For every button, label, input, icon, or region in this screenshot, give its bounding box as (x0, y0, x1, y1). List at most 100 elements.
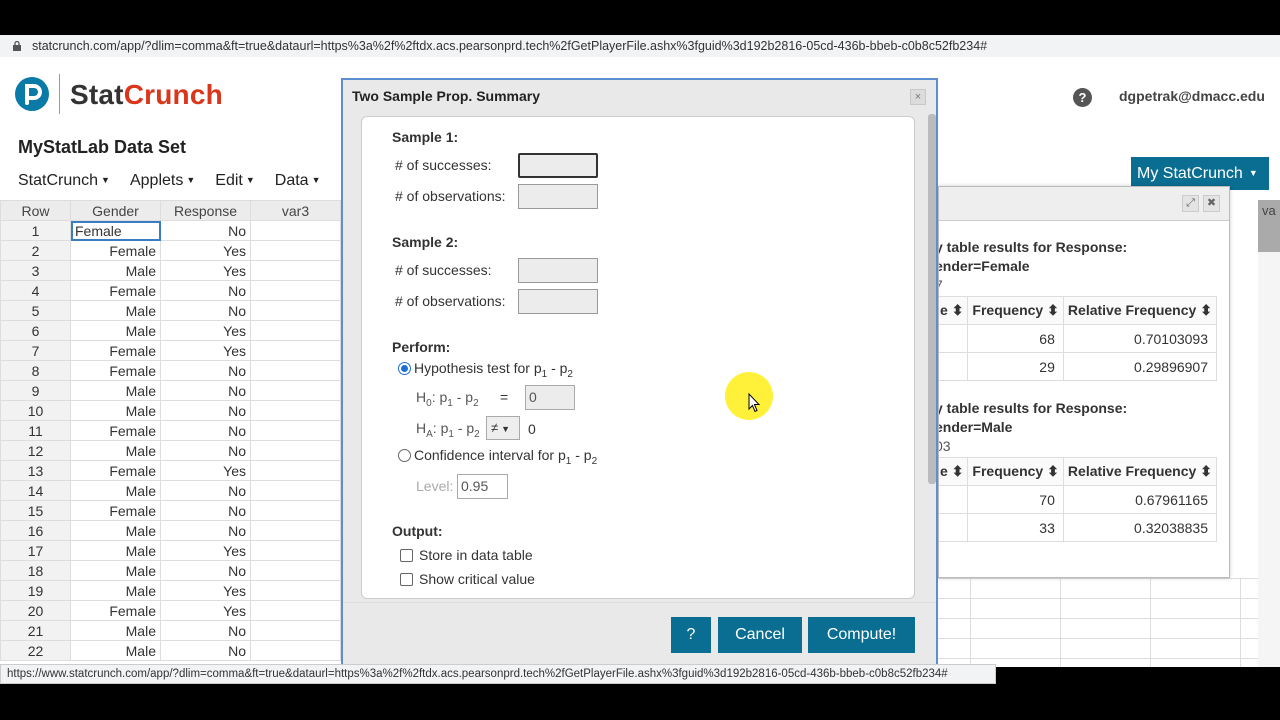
var3-cell[interactable] (250, 560, 341, 581)
level-input[interactable]: 0.95 (457, 474, 508, 499)
response-cell[interactable]: Yes (160, 580, 251, 601)
table-header-frequency[interactable]: Frequency ⬍ (967, 296, 1064, 325)
cancel-button[interactable]: Cancel (718, 617, 802, 653)
row-number-cell[interactable]: 14 (0, 480, 71, 501)
h0-value-input[interactable]: 0 (525, 385, 575, 410)
var3-cell[interactable] (250, 400, 341, 421)
gender-cell[interactable]: Male (70, 580, 161, 601)
response-cell[interactable]: No (160, 220, 251, 241)
var3-cell[interactable] (250, 360, 341, 381)
gender-cell[interactable]: Female (70, 600, 161, 621)
response-cell[interactable]: No (160, 620, 251, 641)
show-critical-checkbox[interactable] (400, 573, 413, 586)
menu-data[interactable]: Data ▼ (275, 172, 321, 190)
var3-cell[interactable] (250, 520, 341, 541)
row-number-cell[interactable]: 6 (0, 320, 71, 341)
row-number-cell[interactable]: 21 (0, 620, 71, 641)
row-number-cell[interactable]: 9 (0, 380, 71, 401)
response-cell[interactable]: Yes (160, 240, 251, 261)
row-number-cell[interactable]: 13 (0, 460, 71, 481)
table-header-partial[interactable]: e ⬍ (939, 296, 969, 325)
response-cell[interactable]: No (160, 420, 251, 441)
sample2-successes-input[interactable] (518, 258, 598, 283)
grid-right-scroll[interactable]: va (1258, 200, 1280, 667)
var3-cell[interactable] (250, 300, 341, 321)
help-button[interactable]: ? (671, 617, 711, 653)
row-number-cell[interactable]: 8 (0, 360, 71, 381)
var3-cell[interactable] (250, 280, 341, 301)
response-cell[interactable]: No (160, 300, 251, 321)
response-cell[interactable]: No (160, 380, 251, 401)
row-number-cell[interactable]: 1 (0, 220, 71, 241)
row-number-cell[interactable]: 18 (0, 560, 71, 581)
sample2-observations-input[interactable] (518, 289, 598, 314)
compute-button[interactable]: Compute! (808, 617, 915, 653)
var3-cell[interactable] (250, 640, 341, 661)
var3-cell[interactable] (250, 240, 341, 261)
row-number-cell[interactable]: 19 (0, 580, 71, 601)
response-cell[interactable]: No (160, 640, 251, 661)
table-header-frequency[interactable]: Frequency ⬍ (967, 457, 1064, 486)
var3-cell[interactable] (250, 480, 341, 501)
dialog-scrollbar[interactable] (928, 114, 936, 484)
gender-cell[interactable]: Male (70, 400, 161, 421)
response-cell[interactable]: No (160, 560, 251, 581)
response-cell[interactable]: No (160, 520, 251, 541)
response-cell[interactable]: No (160, 440, 251, 461)
gender-cell[interactable]: Female (70, 500, 161, 521)
response-cell[interactable]: Yes (160, 260, 251, 281)
gender-cell[interactable]: Male (70, 560, 161, 581)
var3-cell[interactable] (250, 380, 341, 401)
gender-cell[interactable]: Male (70, 260, 161, 281)
row-number-cell[interactable]: 2 (0, 240, 71, 261)
gender-cell[interactable]: Male (70, 380, 161, 401)
dialog-close-icon[interactable]: × (910, 89, 926, 105)
response-cell[interactable]: No (160, 500, 251, 521)
var3-cell[interactable] (250, 220, 341, 241)
row-number-cell[interactable]: 3 (0, 260, 71, 281)
gender-cell[interactable]: Female (70, 280, 161, 301)
confidence-interval-radio[interactable] (398, 449, 411, 462)
var3-cell[interactable] (250, 540, 341, 561)
row-number-cell[interactable]: 4 (0, 280, 71, 301)
address-bar[interactable]: statcrunch.com/app/?dlim=comma&ft=true&d… (0, 35, 1280, 57)
column-header-gender[interactable]: Gender (70, 200, 161, 221)
expand-icon[interactable]: ⤢ (1182, 195, 1199, 212)
row-number-cell[interactable]: 17 (0, 540, 71, 561)
response-cell[interactable]: Yes (160, 540, 251, 561)
row-number-cell[interactable]: 10 (0, 400, 71, 421)
var3-cell[interactable] (250, 500, 341, 521)
dialog-title[interactable]: Two Sample Prop. Summary (343, 80, 936, 112)
store-in-table-checkbox[interactable] (400, 549, 413, 562)
close-icon[interactable]: ✖ (1203, 195, 1220, 212)
gender-cell[interactable]: Female (70, 460, 161, 481)
column-header-response[interactable]: Response (160, 200, 251, 221)
gender-cell[interactable]: Female (70, 420, 161, 441)
table-header-partial[interactable]: e ⬍ (939, 457, 969, 486)
gender-cell[interactable]: Female (70, 360, 161, 381)
sample1-successes-input[interactable] (518, 153, 598, 178)
row-number-cell[interactable]: 16 (0, 520, 71, 541)
ha-operator-select[interactable]: ≠ ▼ (486, 416, 520, 440)
gender-cell[interactable]: Male (70, 300, 161, 321)
var3-cell[interactable] (250, 620, 341, 641)
response-cell[interactable]: Yes (160, 600, 251, 621)
row-number-cell[interactable]: 12 (0, 440, 71, 461)
var3-cell[interactable] (250, 340, 341, 361)
response-cell[interactable]: No (160, 480, 251, 501)
results-window-titlebar[interactable]: ⤢ ✖ (939, 187, 1229, 221)
response-cell[interactable]: Yes (160, 340, 251, 361)
var3-cell[interactable] (250, 600, 341, 621)
gender-cell[interactable]: Male (70, 480, 161, 501)
response-cell[interactable]: No (160, 400, 251, 421)
row-number-cell[interactable]: 5 (0, 300, 71, 321)
table-header-relative-frequency[interactable]: Relative Frequency ⬍ (1062, 457, 1218, 486)
gender-cell[interactable]: Female (70, 220, 161, 241)
gender-cell[interactable]: Male (70, 320, 161, 341)
sample1-observations-input[interactable] (518, 184, 598, 209)
gender-cell[interactable]: Female (70, 340, 161, 361)
gender-cell[interactable]: Male (70, 440, 161, 461)
row-number-cell[interactable]: 15 (0, 500, 71, 521)
gender-cell[interactable]: Male (70, 620, 161, 641)
row-number-cell[interactable]: 22 (0, 640, 71, 661)
